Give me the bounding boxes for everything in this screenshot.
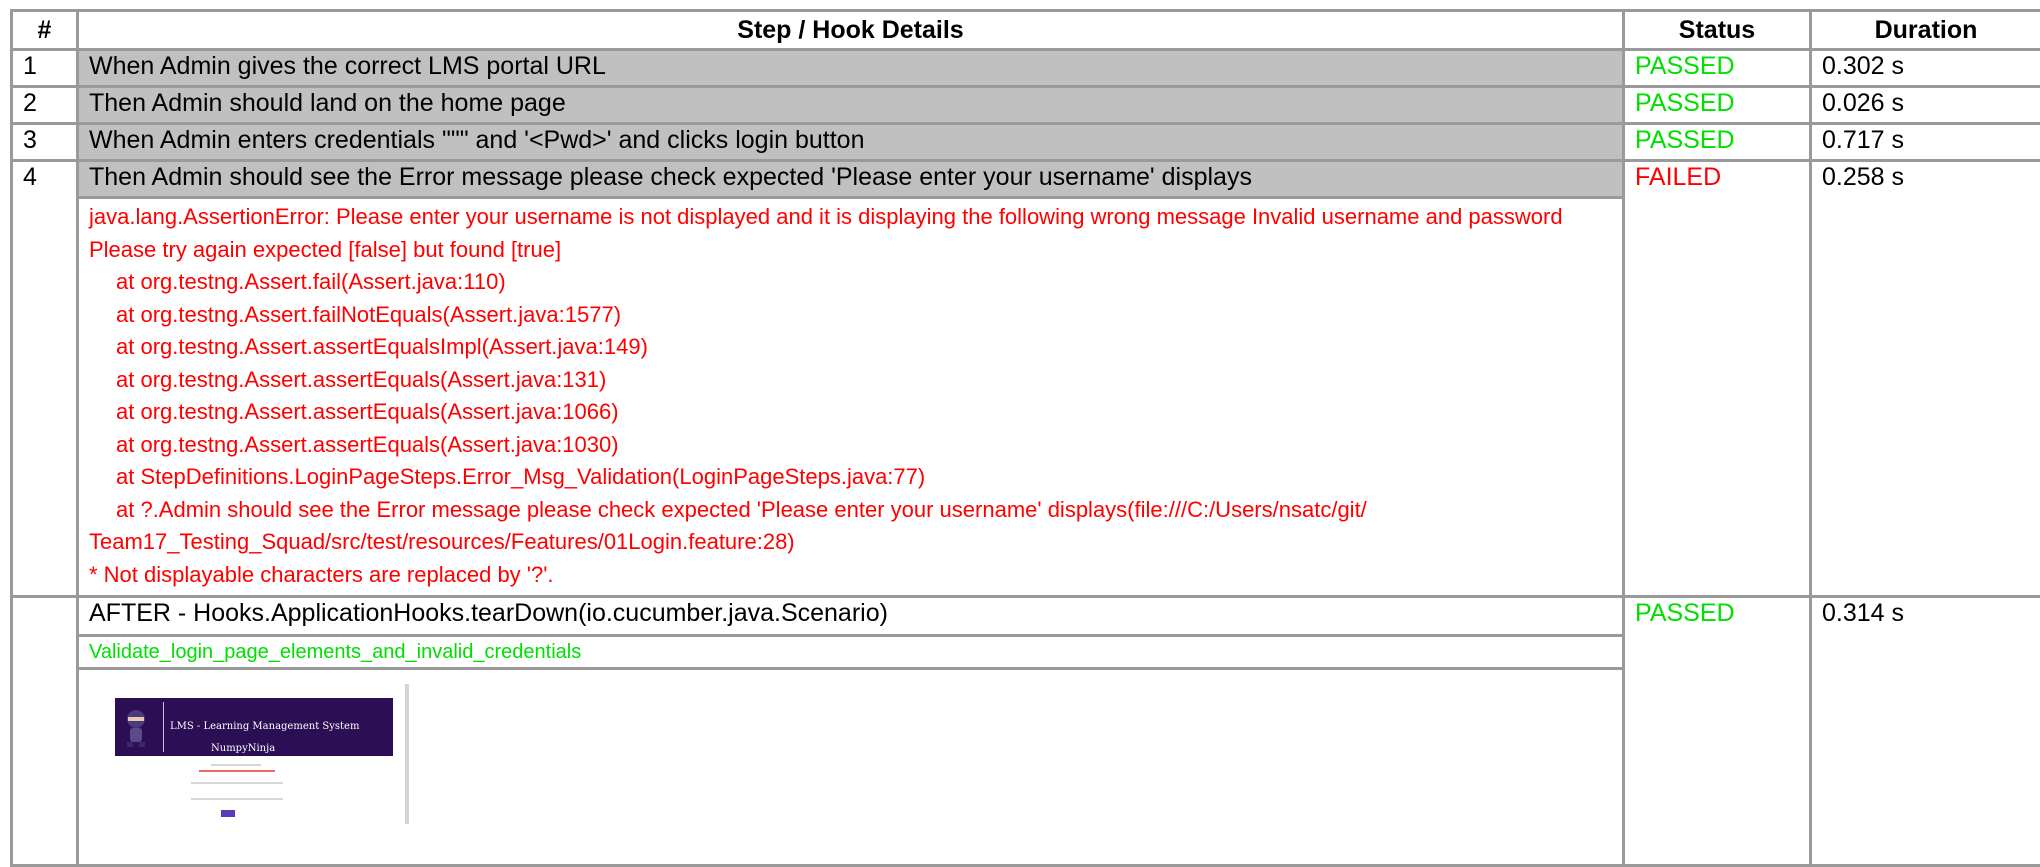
password-field (191, 798, 283, 800)
header-num: # (12, 11, 78, 50)
form-error (199, 770, 275, 772)
status-badge: FAILED (1624, 161, 1811, 597)
banner-divider (163, 702, 164, 752)
step-num: 3 (12, 124, 78, 161)
header-details: Step / Hook Details (78, 11, 1624, 50)
step-text: Then Admin should land on the home page (78, 87, 1624, 124)
error-message: java.lang.AssertionError: Please enter y… (89, 201, 1612, 266)
step-duration: 0.026 s (1811, 87, 2040, 124)
step-text: Then Admin should see the Error message … (78, 161, 1624, 198)
stack-trace-line: at org.testng.Assert.failNotEquals(Asser… (89, 299, 1612, 332)
error-note: * Not displayable characters are replace… (89, 559, 1612, 592)
header-duration: Duration (1811, 11, 2040, 50)
table-row: 3 When Admin enters credentials """ and … (12, 124, 2040, 161)
stack-trace-line: at org.testng.Assert.assertEquals(Assert… (89, 364, 1612, 397)
screenshot-thumbnail[interactable]: LMS - Learning Management System NumpyNi… (89, 684, 409, 824)
screenshot-banner: LMS - Learning Management System NumpyNi… (115, 698, 393, 756)
step-text: When Admin enters credentials """ and '<… (78, 124, 1624, 161)
error-details: java.lang.AssertionError: Please enter y… (78, 198, 1624, 597)
hook-duration: 0.314 s (1811, 597, 2040, 866)
table-row: 1 When Admin gives the correct LMS porta… (12, 50, 2040, 87)
step-num: 1 (12, 50, 78, 87)
step-duration: 0.258 s (1811, 161, 2040, 597)
table-row: 4 Then Admin should see the Error messag… (12, 161, 2040, 198)
stack-trace-line: at org.testng.Assert.assertEqualsImpl(As… (89, 331, 1612, 364)
report-table: # Step / Hook Details Status Duration 1 … (10, 9, 2040, 867)
stack-trace-line: Team17_Testing_Squad/src/test/resources/… (89, 526, 1612, 559)
username-field (191, 782, 283, 784)
hook-row: AFTER - Hooks.ApplicationHooks.tearDown(… (12, 597, 2040, 636)
hook-num (12, 597, 78, 866)
status-badge: PASSED (1624, 87, 1811, 124)
hook-text: AFTER - Hooks.ApplicationHooks.tearDown(… (78, 597, 1624, 636)
stack-trace-line: at ?.Admin should see the Error message … (89, 494, 1612, 527)
screenshot-login-form (189, 760, 285, 820)
screenshot-scrollbar (405, 684, 409, 824)
stack-trace-line: at org.testng.Assert.assertEquals(Assert… (89, 396, 1612, 429)
stack-trace-line: at org.testng.Assert.fail(Assert.java:11… (89, 266, 1612, 299)
step-num: 2 (12, 87, 78, 124)
ninja-mascot-icon (123, 708, 149, 748)
header-row: # Step / Hook Details Status Duration (12, 11, 2040, 50)
step-text: When Admin gives the correct LMS portal … (78, 50, 1624, 87)
status-badge: PASSED (1624, 50, 1811, 87)
header-status: Status (1624, 11, 1811, 50)
table-row: 2 Then Admin should land on the home pag… (12, 87, 2040, 124)
status-badge: PASSED (1624, 597, 1811, 866)
status-badge: PASSED (1624, 124, 1811, 161)
scenario-name: Validate_login_page_elements_and_invalid… (78, 636, 1624, 669)
stack-trace-line: at StepDefinitions.LoginPageSteps.Error_… (89, 461, 1612, 494)
form-heading (211, 764, 261, 766)
step-num: 4 (12, 161, 78, 597)
screenshot-cell: LMS - Learning Management System NumpyNi… (78, 669, 1624, 866)
stack-trace-line: at org.testng.Assert.assertEquals(Assert… (89, 429, 1612, 462)
login-button (221, 810, 235, 817)
step-duration: 0.302 s (1811, 50, 2040, 87)
step-duration: 0.717 s (1811, 124, 2040, 161)
